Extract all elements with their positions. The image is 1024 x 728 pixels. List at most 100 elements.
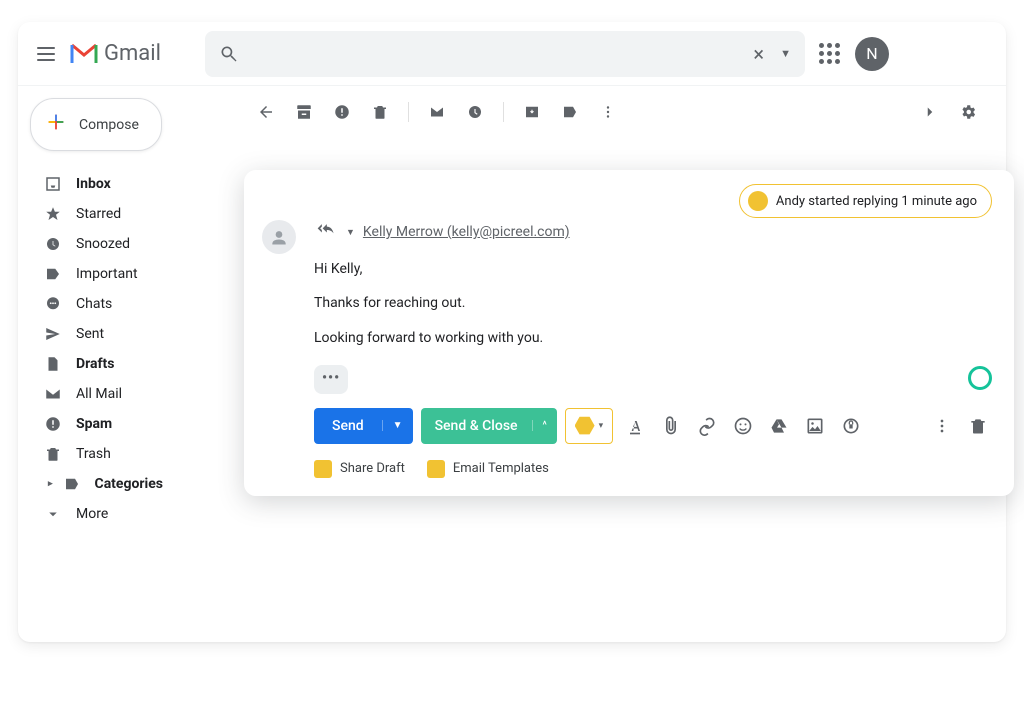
sidebar-item-categories[interactable]: ▸ Categories [26, 469, 220, 499]
snooze-icon[interactable] [459, 96, 491, 128]
toolbar-divider [408, 102, 409, 122]
send-close-dropdown-icon[interactable]: ^ [532, 420, 557, 431]
insert-photo-icon[interactable] [801, 412, 829, 440]
gmail-logo[interactable]: Gmail [70, 41, 161, 66]
spam-icon [44, 415, 62, 433]
mail-toolbar [228, 86, 1006, 138]
hamburger-icon[interactable] [34, 42, 58, 66]
chevdown-icon [44, 505, 62, 523]
grammarly-badge-icon[interactable] [968, 366, 992, 390]
account-avatar[interactable]: N [855, 37, 889, 71]
sidebar-item-label: Snoozed [76, 236, 130, 252]
archive-icon[interactable] [288, 96, 320, 128]
search-options-icon[interactable]: ▼ [780, 47, 791, 60]
sidebar-item-inbox[interactable]: Inbox [26, 169, 220, 199]
sidebar-item-sent[interactable]: Sent [26, 319, 220, 349]
reply-type-caret-icon[interactable]: ▼ [346, 227, 355, 238]
sidebar-item-label: Inbox [76, 176, 111, 192]
emoji-icon[interactable] [729, 412, 757, 440]
email-templates-label: Email Templates [453, 461, 549, 476]
sidebar-item-label: Spam [76, 416, 112, 432]
sidebar-item-snoozed[interactable]: Snoozed [26, 229, 220, 259]
sidebar-item-label: Categories [95, 476, 163, 492]
collab-status-icon [748, 191, 768, 211]
contact-avatar[interactable] [262, 220, 296, 254]
labels-icon[interactable] [554, 96, 586, 128]
label-icon [63, 475, 81, 493]
sidebar-item-trash[interactable]: Trash [26, 439, 220, 469]
app-window: Gmail × ▼ N Compose Inbox Starred Snoozed I… [18, 22, 1006, 642]
sidebar-item-chats[interactable]: Chats [26, 289, 220, 319]
delete-icon[interactable] [364, 96, 396, 128]
file-icon [44, 355, 62, 373]
inbox-icon [44, 175, 62, 193]
more-options-icon[interactable] [928, 412, 956, 440]
send-dropdown-icon[interactable]: ▼ [382, 420, 413, 431]
sidebar-item-label: Starred [76, 206, 121, 222]
sidebar-item-spam[interactable]: Spam [26, 409, 220, 439]
message-line: Looking forward to working with you. [314, 327, 992, 349]
sidebar-item-label: Drafts [76, 356, 114, 372]
plus-icon [45, 111, 67, 138]
hex-icon [575, 416, 595, 436]
back-icon[interactable] [250, 96, 282, 128]
formatting-icon[interactable] [621, 412, 649, 440]
trash-icon [44, 445, 62, 463]
sidebar-item-drafts[interactable]: Drafts [26, 349, 220, 379]
share-draft-button[interactable]: Share Draft [314, 460, 405, 478]
confidential-icon[interactable] [837, 412, 865, 440]
move-to-icon[interactable] [516, 96, 548, 128]
extension-caret-icon: ▾ [599, 421, 604, 431]
send-button[interactable]: Send ▼ [314, 408, 413, 444]
sidebar-item-label: Sent [76, 326, 104, 342]
more-menu-icon[interactable] [592, 96, 624, 128]
send-close-label: Send & Close [421, 418, 532, 434]
sidebar-item-important[interactable]: Important [26, 259, 220, 289]
link-icon[interactable] [693, 412, 721, 440]
settings-icon[interactable] [952, 96, 984, 128]
content-area: Andy started replying 1 minute ago ▼ Kel… [228, 86, 1006, 642]
chat-icon [44, 295, 62, 313]
search-bar[interactable]: × ▼ [205, 31, 805, 77]
header-bar: Gmail × ▼ N [18, 22, 1006, 86]
compose-bottom-row: Share Draft Email Templates [244, 448, 1014, 484]
drive-icon[interactable] [765, 412, 793, 440]
mark-unread-icon[interactable] [421, 96, 453, 128]
sidebar-item-more[interactable]: More [26, 499, 220, 529]
message-body[interactable]: Hi Kelly, Thanks for reaching out. Looki… [314, 258, 992, 394]
sidebar-item-label: Important [76, 266, 138, 282]
share-draft-label: Share Draft [340, 461, 405, 476]
email-templates-icon [427, 460, 445, 478]
compose-action-row: Send ▼ Send & Close ^ ▾ [244, 394, 1014, 448]
collab-status-text: Andy started replying 1 minute ago [776, 194, 977, 209]
sidebar: Compose Inbox Starred Snoozed Important Chat… [18, 86, 228, 642]
sidebar-item-label: All Mail [76, 386, 122, 402]
discard-draft-icon[interactable] [964, 412, 992, 440]
apps-grid-icon[interactable] [819, 43, 841, 65]
extension-button[interactable]: ▾ [565, 408, 613, 444]
send-close-button[interactable]: Send & Close ^ [421, 408, 557, 444]
sidebar-item-label: More [76, 506, 108, 522]
toolbar-divider [503, 102, 504, 122]
message-line: Hi Kelly, [314, 258, 992, 280]
email-templates-button[interactable]: Email Templates [427, 460, 549, 478]
next-page-icon[interactable] [914, 96, 946, 128]
collaboration-pill: Andy started replying 1 minute ago [739, 184, 992, 218]
message-line: Thanks for reaching out. [314, 292, 992, 314]
search-icon [219, 44, 239, 64]
report-spam-icon[interactable] [326, 96, 358, 128]
sidebar-item-starred[interactable]: Starred [26, 199, 220, 229]
recipient-link[interactable]: Kelly Merrow (kelly@picreel.com) [363, 224, 570, 240]
expand-caret-icon: ▸ [48, 479, 53, 489]
show-trimmed-icon[interactable]: ••• [314, 365, 348, 393]
attach-icon[interactable] [657, 412, 685, 440]
compose-button[interactable]: Compose [30, 98, 162, 151]
star-icon [44, 205, 62, 223]
sidebar-item-all-mail[interactable]: All Mail [26, 379, 220, 409]
search-input[interactable] [249, 45, 743, 62]
tag-icon [44, 265, 62, 283]
send-icon [44, 325, 62, 343]
app-name: Gmail [104, 41, 161, 66]
clear-search-icon[interactable]: × [753, 42, 764, 66]
reply-all-icon[interactable] [314, 220, 338, 244]
